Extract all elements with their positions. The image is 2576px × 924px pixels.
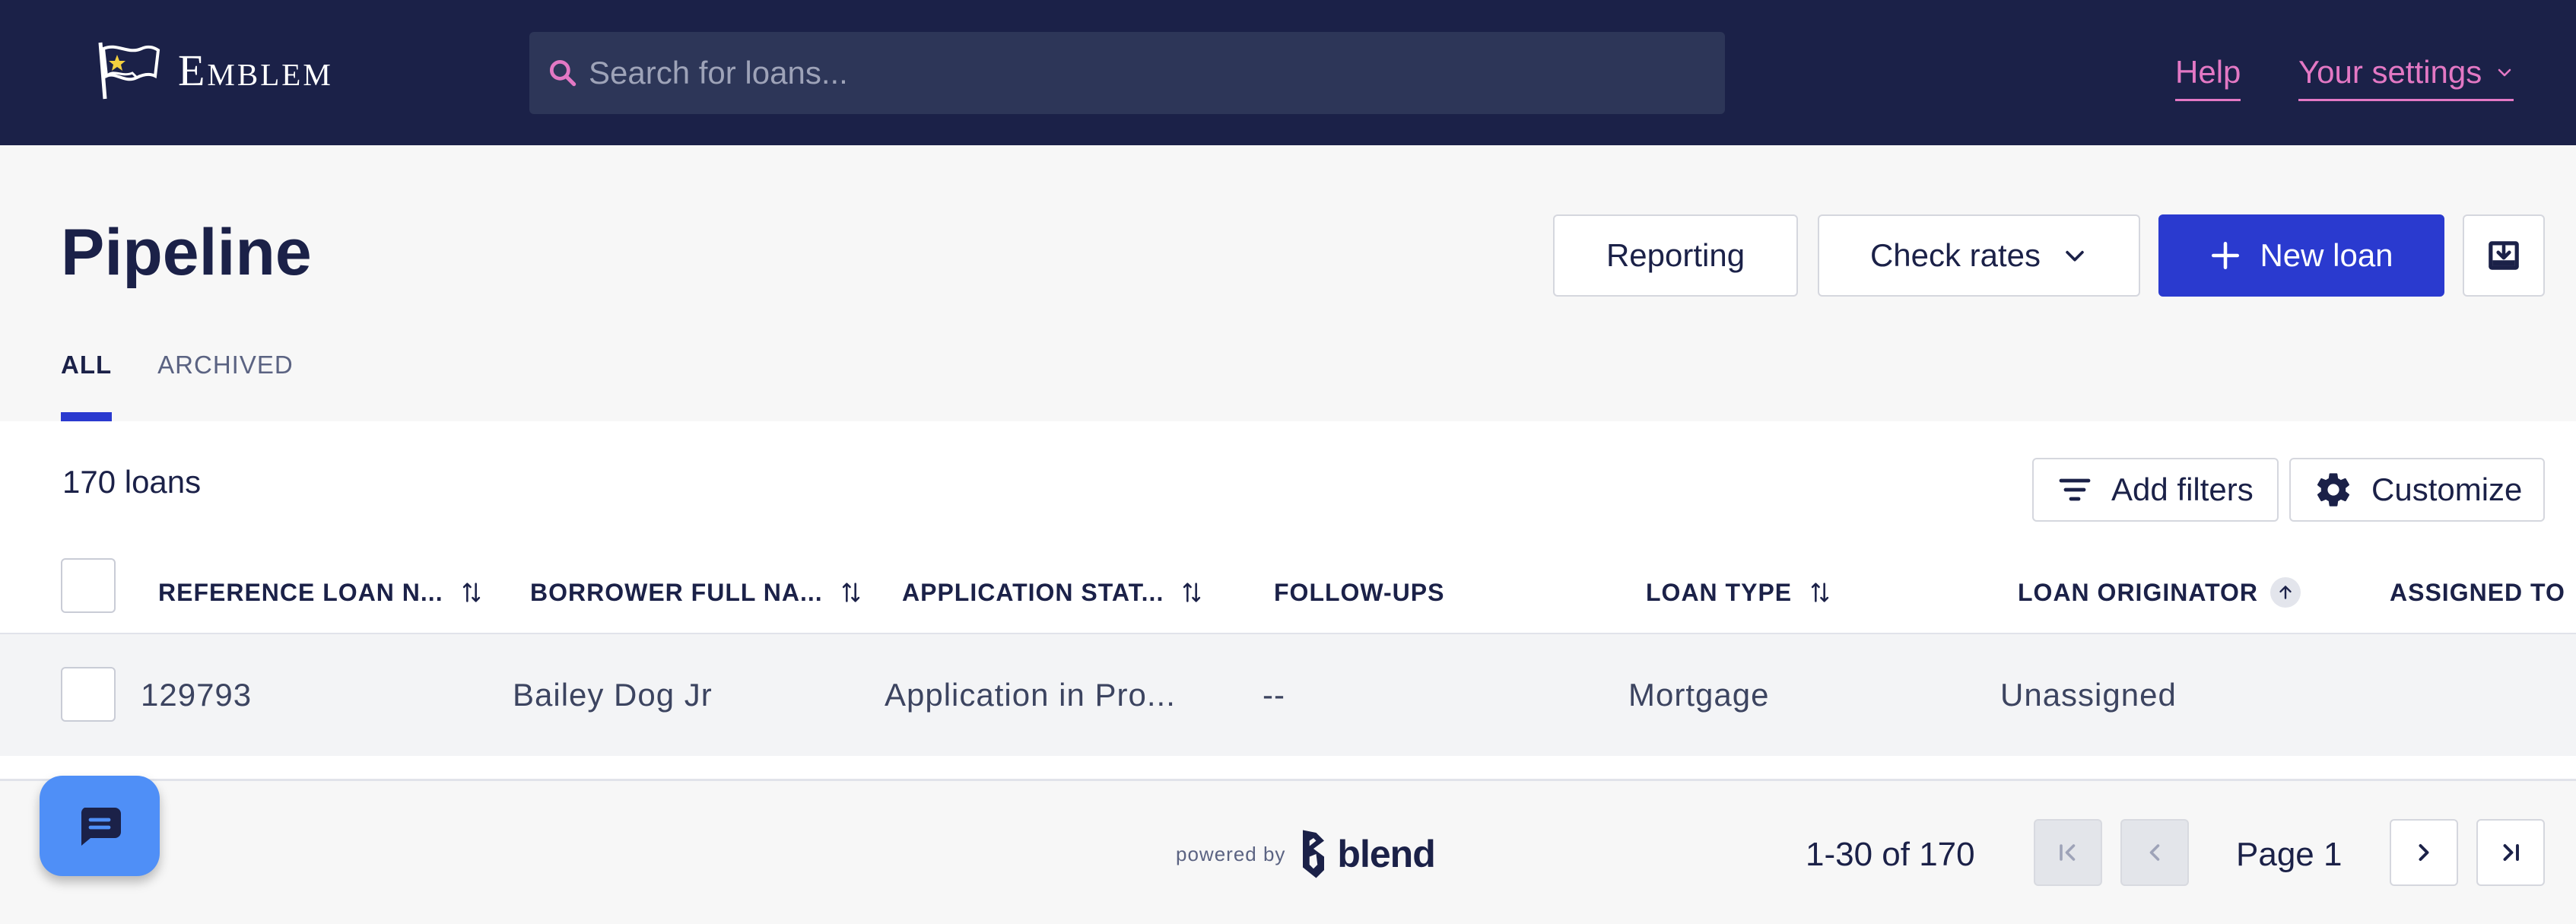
pagination-range: 1-30 of 170 [1806, 836, 1975, 873]
cell-loan-originator: Unassigned [2000, 677, 2177, 713]
select-all-checkbox[interactable] [61, 558, 116, 613]
prev-page-button[interactable] [2120, 819, 2189, 886]
current-page: Page 1 [2236, 836, 2343, 873]
help-link[interactable]: Help [2175, 53, 2241, 101]
customize-button[interactable]: Customize [2289, 458, 2545, 522]
first-page-icon [2060, 844, 2076, 861]
plus-icon [2212, 241, 2240, 270]
search-bar[interactable] [529, 32, 1725, 114]
chevron-down-icon [2498, 68, 2511, 77]
add-filters-button[interactable]: Add filters [2032, 458, 2279, 522]
settings-menu[interactable]: Your settings [2298, 53, 2514, 101]
tab-archived[interactable]: ARCHIVED [157, 335, 294, 421]
powered-by-blend: powered by blend [1176, 827, 1436, 881]
tab-all[interactable]: ALL [61, 335, 113, 421]
powered-by-label: powered by [1176, 842, 1286, 865]
column-label: LOAN TYPE [1646, 579, 1793, 606]
sort-icon[interactable] [1180, 579, 1203, 605]
download-icon [2489, 241, 2519, 270]
tab-bar: ALL ARCHIVED [61, 335, 339, 421]
last-page-icon [2503, 844, 2519, 861]
last-page-button[interactable] [2476, 819, 2545, 886]
sort-icon[interactable] [840, 579, 862, 605]
cell-borrower-name[interactable]: Bailey Dog Jr [513, 675, 713, 715]
reporting-button[interactable]: Reporting [1553, 214, 1798, 297]
search-icon [549, 59, 577, 87]
column-label: LOAN ORIGINATOR [2018, 579, 2259, 606]
column-label: ASSIGNED TO [2390, 579, 2565, 606]
loan-count: 170 loans [62, 464, 202, 500]
row-checkbox[interactable] [61, 667, 116, 722]
column-header-application-status[interactable]: APPLICATION STAT... [902, 576, 1203, 608]
check-rates-label: Check rates [1869, 237, 2041, 273]
chevron-down-icon [2066, 250, 2084, 262]
top-nav: Emblem Help Your settings [0, 0, 2576, 145]
first-page-button[interactable] [2034, 819, 2102, 886]
check-rates-button[interactable]: Check rates [1818, 214, 2140, 297]
sort-icon[interactable] [460, 579, 483, 605]
chat-button[interactable] [40, 776, 160, 876]
column-label: FOLLOW-UPS [1274, 579, 1445, 606]
column-header-reference-loan[interactable]: REFERENCE LOAN N... [158, 576, 483, 608]
add-filters-label: Add filters [2111, 472, 2254, 507]
reporting-label: Reporting [1606, 237, 1745, 273]
column-header-loan-type[interactable]: LOAN TYPE [1646, 576, 1831, 608]
cell-loan-type: Mortgage [1628, 677, 1770, 713]
flag-logo-icon [98, 42, 160, 100]
column-header-borrower-name[interactable]: BORROWER FULL NA... [530, 576, 862, 608]
brand-logo[interactable]: Emblem [94, 38, 333, 102]
new-loan-label: New loan [2260, 237, 2393, 273]
new-loan-button[interactable]: New loan [2158, 214, 2444, 297]
sort-icon[interactable] [1809, 579, 1831, 605]
sort-asc-icon [2279, 586, 2292, 599]
column-header-follow-ups[interactable]: FOLLOW-UPS [1274, 576, 1444, 608]
column-label: BORROWER FULL NA... [530, 579, 823, 606]
cell-follow-ups: -- [1263, 677, 1285, 713]
next-page-icon [2419, 844, 2429, 861]
customize-label: Customize [2371, 472, 2523, 507]
gear-icon [2317, 473, 2350, 506]
filter-icon [2059, 478, 2091, 501]
column-label: REFERENCE LOAN N... [158, 579, 443, 606]
footer-divider [0, 779, 2576, 781]
sort-asc-button[interactable] [2270, 577, 2301, 608]
column-label: APPLICATION STAT... [902, 579, 1164, 606]
page-title: Pipeline [61, 216, 312, 289]
download-button[interactable] [2463, 214, 2545, 297]
cell-application-status[interactable]: Application in Pro... [885, 675, 1176, 715]
table-row[interactable] [0, 634, 2576, 756]
blend-logo-icon [1303, 830, 1325, 878]
cell-reference-loan[interactable]: 129793 [141, 675, 252, 715]
brand-name: Emblem [178, 45, 333, 95]
prev-page-icon [2149, 844, 2160, 861]
search-input[interactable] [589, 32, 1725, 114]
next-page-button[interactable] [2390, 819, 2458, 886]
settings-label: Your settings [2298, 54, 2482, 90]
column-header-loan-originator[interactable]: LOAN ORIGINATOR [2018, 576, 2301, 608]
chat-icon [81, 808, 121, 846]
blend-wordmark: blend [1337, 833, 1435, 875]
column-header-assigned-to[interactable]: ASSIGNED TO [2390, 576, 2565, 608]
